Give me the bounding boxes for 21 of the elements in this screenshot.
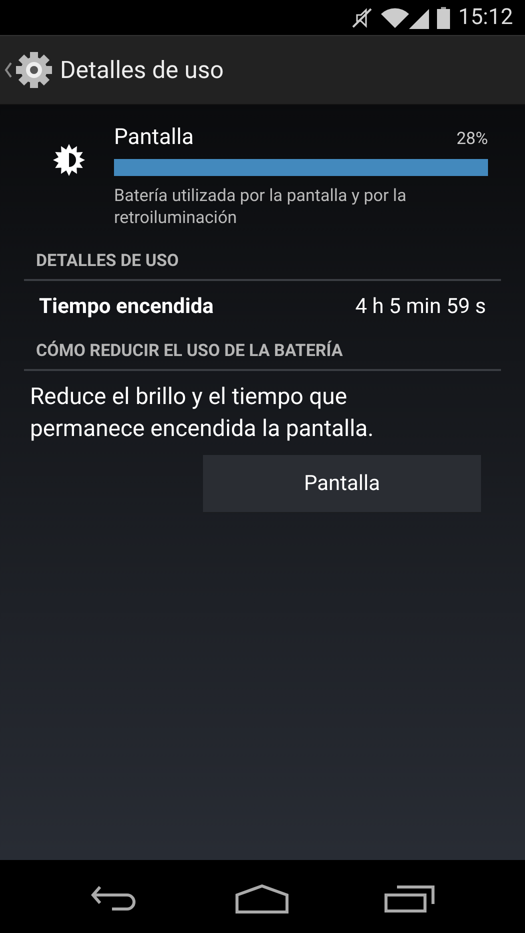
- usage-percent: 28%: [456, 129, 488, 149]
- up-button[interactable]: [4, 50, 54, 90]
- item-title: Pantalla: [114, 125, 194, 150]
- gear-icon: [14, 50, 54, 90]
- chevron-icon: [4, 62, 12, 78]
- wifi-icon: [381, 6, 410, 28]
- detail-label: Tiempo encendida: [39, 295, 214, 319]
- brightness-icon: [52, 143, 86, 177]
- section-header: CÓMO REDUCIR EL USO DE LA BATERÍA: [24, 341, 501, 371]
- section-header: DETALLES DE USO: [24, 251, 501, 281]
- recent-apps-button[interactable]: [384, 884, 436, 912]
- clock: 15:12: [458, 5, 513, 30]
- battery-icon: [437, 6, 450, 28]
- screen-title: Detalles de uso: [60, 56, 224, 84]
- tip-text: Reduce el brillo y el tiempo que permanece encendida la pantalla.: [29, 382, 375, 444]
- muted-sound-icon: [351, 6, 374, 28]
- detail-value: 4 h 5 min 59 s: [355, 295, 486, 319]
- signal-icon: [409, 6, 430, 28]
- home-button[interactable]: [234, 884, 288, 914]
- item-description: Batería utilizada por la pantalla y por la retroiluminación: [114, 185, 408, 229]
- display-settings-button[interactable]: Pantalla: [203, 455, 481, 513]
